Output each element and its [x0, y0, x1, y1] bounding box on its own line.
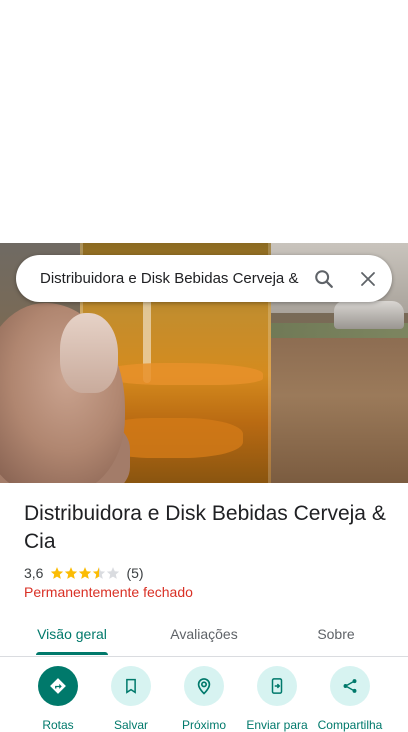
- star-full-icon: [79, 567, 92, 579]
- directions-button[interactable]: Rotas: [18, 666, 98, 732]
- share-label: Compartilha: [317, 718, 383, 732]
- save-label: Salvar: [113, 718, 148, 732]
- send-to-phone-button[interactable]: Enviar para: [237, 666, 317, 732]
- bookmark-icon: [111, 666, 151, 706]
- search-input[interactable]: Distribuidora e Disk Bebidas Cerveja & C…: [40, 270, 302, 287]
- send-to-phone-icon: [257, 666, 297, 706]
- save-button[interactable]: Salvar: [91, 666, 171, 732]
- star-empty-icon: [107, 567, 120, 579]
- nearby-icon: [184, 666, 224, 706]
- review-count[interactable]: (5): [126, 565, 143, 581]
- rating-row[interactable]: 3,6 (5): [24, 564, 144, 582]
- star-half-icon: [93, 567, 106, 579]
- search-icon[interactable]: [302, 257, 346, 301]
- status-closed: Permanentemente fechado: [24, 584, 193, 600]
- tab-about[interactable]: Sobre: [272, 614, 400, 654]
- active-tab-indicator: [36, 652, 108, 655]
- rating-value: 3,6: [24, 565, 44, 581]
- nearby-button[interactable]: Próximo: [164, 666, 244, 732]
- share-icon: [330, 666, 370, 706]
- star-full-icon: [65, 567, 78, 579]
- close-icon[interactable]: [346, 257, 390, 301]
- tab-overview[interactable]: Visão geral: [0, 614, 144, 654]
- send-to-phone-label: Enviar para: [246, 718, 308, 732]
- place-title: Distribuidora e Disk Bebidas Cerveja & C…: [24, 502, 386, 553]
- star-full-icon: [51, 567, 64, 579]
- directions-label: Rotas: [42, 718, 74, 732]
- search-bar[interactable]: Distribuidora e Disk Bebidas Cerveja & C…: [16, 255, 392, 302]
- action-row: Rotas Salvar Próximo Enviar para Compart…: [0, 666, 408, 732]
- tab-reviews[interactable]: Avaliações: [132, 614, 276, 654]
- nearby-label: Próximo: [181, 718, 226, 732]
- directions-icon: [38, 666, 78, 706]
- share-button[interactable]: Compartilha: [310, 666, 390, 732]
- tab-bar: Visão geral Avaliações Sobre: [0, 614, 408, 657]
- rating-stars: [50, 566, 120, 580]
- map-blank-area: [0, 0, 408, 243]
